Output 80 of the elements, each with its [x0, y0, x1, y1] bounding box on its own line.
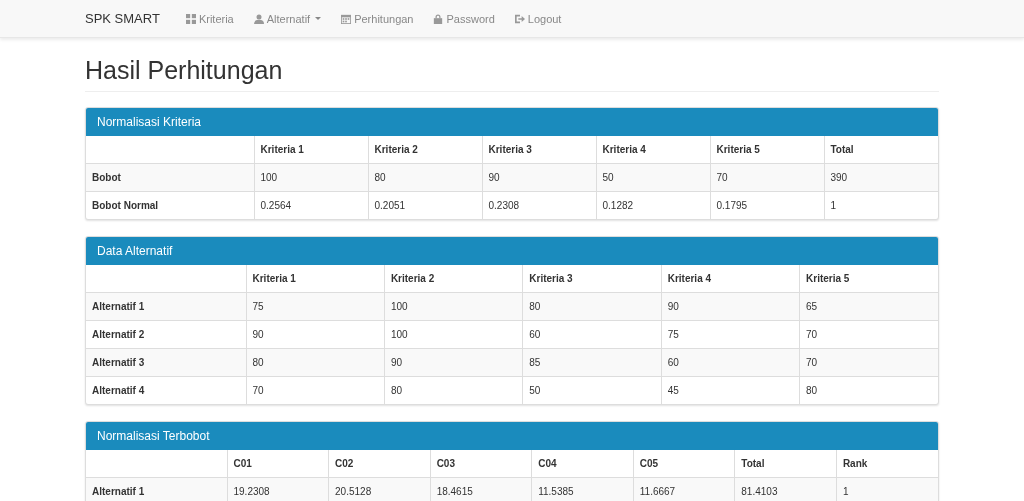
calendar-icon [341, 13, 352, 24]
grid-icon [185, 13, 196, 24]
caret-icon [315, 17, 322, 20]
column-header: Kriteria 3 [522, 265, 662, 293]
column-header: Kriteria 1 [246, 265, 385, 293]
row-header: Alternatif 1 [86, 477, 227, 501]
column-header: C01 [227, 450, 329, 478]
table-cell: 81.4103 [734, 477, 837, 501]
table-cell: 90 [246, 320, 385, 349]
table-cell: 80 [368, 163, 482, 192]
nav-link[interactable]: Logout [514, 12, 562, 25]
table-cell: 70 [246, 376, 385, 404]
table-cell: 80 [384, 376, 523, 404]
table-cell: 60 [661, 348, 800, 377]
table-cell: 75 [246, 292, 385, 321]
table-cell: 19.2308 [227, 477, 329, 501]
table-cell: 18.4615 [430, 477, 532, 501]
column-header: Kriteria 2 [368, 136, 482, 164]
column-header: Rank [836, 450, 938, 478]
column-header: Kriteria 5 [799, 265, 938, 293]
table-cell: 0.1282 [596, 191, 710, 219]
table-cell: 1 [824, 191, 938, 219]
panel-title: Normalisasi Kriteria [97, 115, 202, 129]
table-cell: 80 [522, 292, 662, 321]
table-cell: 100 [384, 320, 523, 349]
table-cell: 1 [836, 477, 938, 501]
table-cell: 90 [384, 348, 523, 377]
column-header: Kriteria 1 [254, 136, 368, 164]
table-cell: 50 [522, 376, 662, 404]
lock-icon [433, 13, 444, 24]
row-header: Alternatif 1 [86, 292, 246, 321]
nav-link[interactable]: Kriteria [185, 12, 234, 25]
table-cell: 0.2308 [482, 191, 596, 219]
table-cell: 80 [246, 348, 385, 377]
table-cell: 100 [254, 163, 368, 192]
table-cell: 70 [710, 163, 824, 192]
table-cell: 65 [799, 292, 938, 321]
row-header: Bobot Normal [86, 191, 254, 219]
column-header: Kriteria 5 [710, 136, 824, 164]
logout-icon [514, 13, 525, 24]
nav-link[interactable]: Password [433, 12, 495, 25]
row-header: Alternatif 3 [86, 348, 246, 377]
table-cell: 75 [661, 320, 800, 349]
table-cell: 90 [661, 292, 800, 321]
row-header: Alternatif 2 [86, 320, 246, 349]
column-header: C05 [633, 450, 735, 478]
table-cell: 11.6667 [633, 477, 735, 501]
table-cell: 50 [596, 163, 710, 192]
column-header: C02 [328, 450, 431, 478]
panel-title: Normalisasi Terbobot [97, 429, 210, 443]
nav-link[interactable]: Alternatif [253, 12, 322, 25]
table-cell: 60 [522, 320, 662, 349]
column-header: Total [734, 450, 837, 478]
table-cell: 70 [799, 348, 938, 377]
table-cell: 0.2051 [368, 191, 482, 219]
brand-link[interactable]: SPK SMART [85, 11, 160, 26]
table-cell: 390 [824, 163, 938, 192]
table-cell: 11.5385 [531, 477, 634, 501]
column-header: Kriteria 4 [661, 265, 800, 293]
page-title: Hasil Perhitungan [85, 56, 939, 92]
row-header: Alternatif 4 [86, 376, 246, 404]
table-cell: 0.2564 [254, 191, 368, 219]
row-header: Bobot [86, 163, 254, 192]
table-cell: 80 [799, 376, 938, 404]
column-header: C03 [430, 450, 532, 478]
table-cell: 85 [522, 348, 662, 377]
column-header: Kriteria 2 [384, 265, 523, 293]
table-cell: 100 [384, 292, 523, 321]
table-cell: 90 [482, 163, 596, 192]
column-header: Kriteria 4 [596, 136, 710, 164]
user-icon [253, 13, 264, 24]
column-header: Kriteria 3 [482, 136, 596, 164]
table-cell: 45 [661, 376, 800, 404]
table-cell: 20.5128 [328, 477, 431, 501]
table-cell: 0.1795 [710, 191, 824, 219]
panel-title: Data Alternatif [97, 244, 173, 258]
nav-link[interactable]: Perhitungan [341, 12, 414, 25]
table-cell: 70 [799, 320, 938, 349]
column-header: C04 [531, 450, 634, 478]
column-header: Total [824, 136, 938, 164]
